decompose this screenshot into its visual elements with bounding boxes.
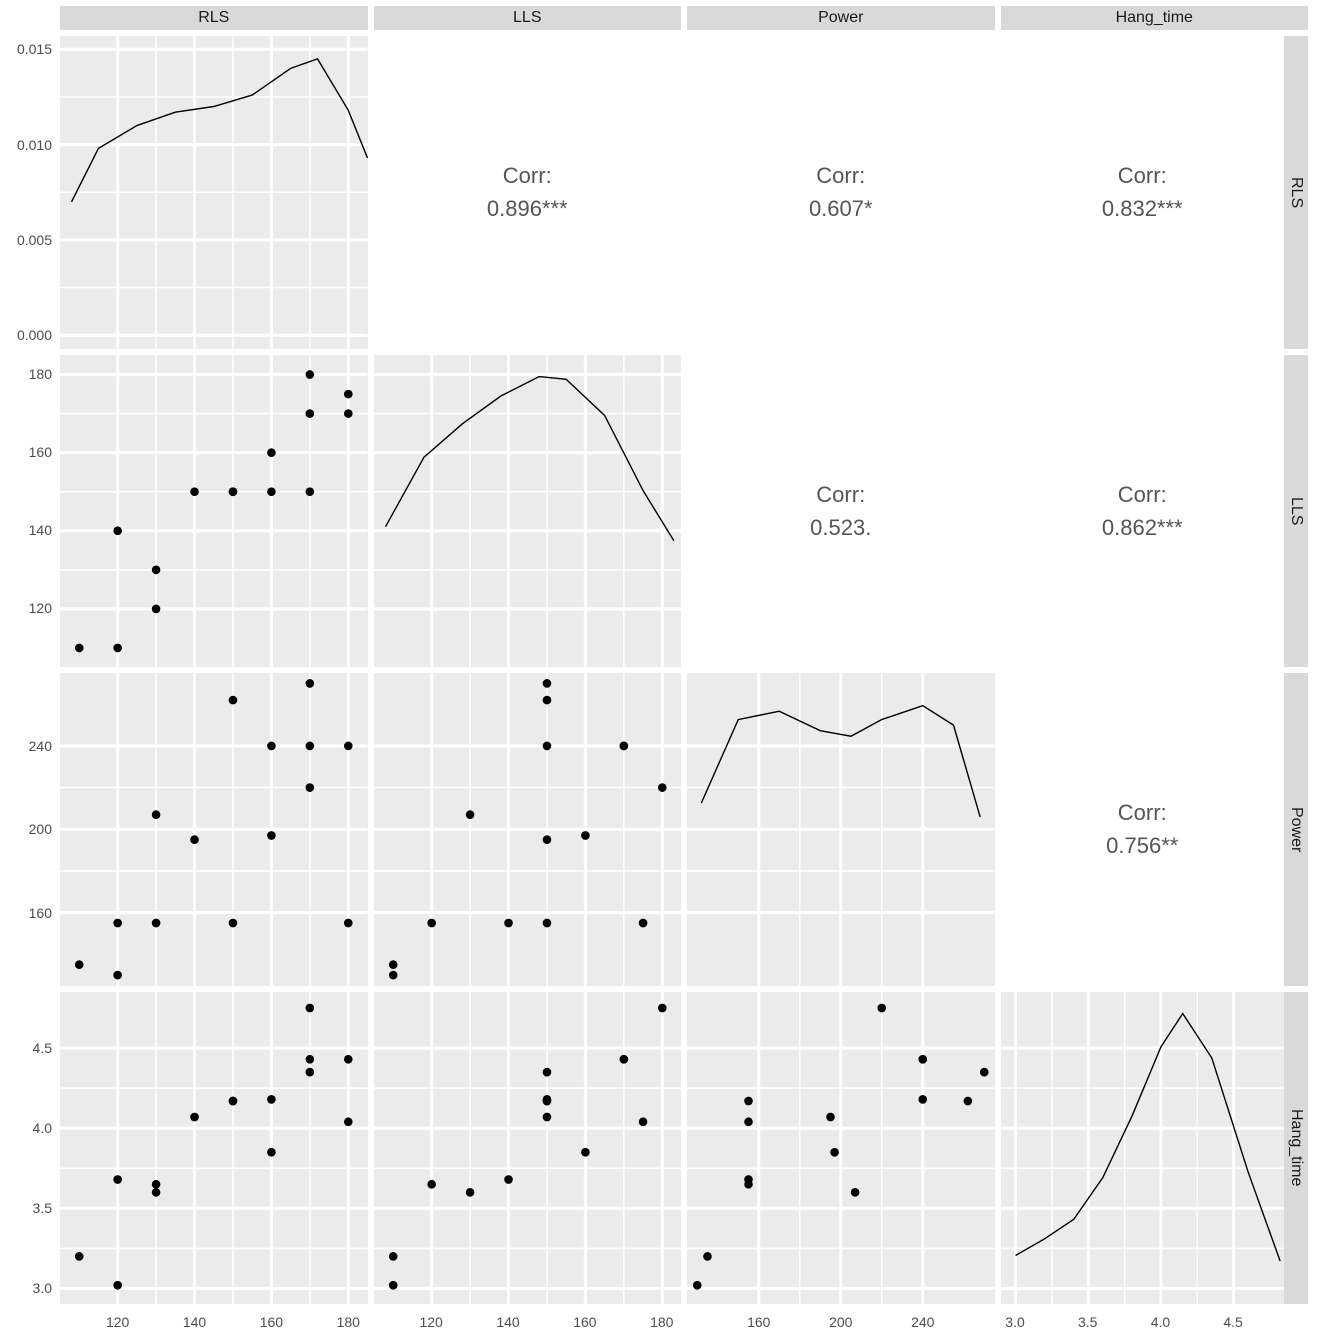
corr-LLS-Hang_time: Corr: 0.862*** bbox=[1001, 355, 1285, 668]
x-tick-label: 160 bbox=[260, 1314, 283, 1330]
x-tick-label: 180 bbox=[650, 1314, 673, 1330]
x-tick-label: 200 bbox=[829, 1314, 852, 1330]
corr-value: 0.896*** bbox=[487, 192, 568, 225]
y-tick-label: 0.010 bbox=[0, 137, 52, 153]
scatter-Power-vs-LLS bbox=[374, 673, 682, 986]
x-tick-label: 180 bbox=[337, 1314, 360, 1330]
y-tick-label: 3.5 bbox=[0, 1200, 52, 1216]
y-tick-label: 0.015 bbox=[0, 41, 52, 57]
corr-RLS-Power: Corr: 0.607* bbox=[687, 36, 995, 349]
y-tick-label: 240 bbox=[0, 738, 52, 754]
x-tick-label: 160 bbox=[747, 1314, 770, 1330]
y-tick-label: 4.0 bbox=[0, 1120, 52, 1136]
row-strip-LLS: LLS bbox=[1284, 355, 1308, 668]
col-strip-RLS: RLS bbox=[60, 6, 368, 30]
scatter-Hang_time-vs-Power bbox=[687, 992, 995, 1305]
density-Hang_time bbox=[1001, 992, 1285, 1305]
x-tick-label: 3.0 bbox=[1005, 1314, 1024, 1330]
corr-label: Corr: bbox=[1118, 796, 1167, 829]
corr-value: 0.862*** bbox=[1102, 511, 1183, 544]
y-tick-label: 3.0 bbox=[0, 1280, 52, 1296]
x-tick-label: 120 bbox=[106, 1314, 129, 1330]
y-tick-label: 160 bbox=[0, 444, 52, 460]
corr-value: 0.832*** bbox=[1102, 192, 1183, 225]
scatter-Power-vs-RLS bbox=[60, 673, 368, 986]
corr-label: Corr: bbox=[1118, 478, 1167, 511]
corr-RLS-Hang_time: Corr: 0.832*** bbox=[1001, 36, 1285, 349]
corr-value: 0.756** bbox=[1106, 829, 1178, 862]
y-tick-label: 4.5 bbox=[0, 1040, 52, 1056]
y-tick-label: 180 bbox=[0, 366, 52, 382]
x-tick-label: 120 bbox=[419, 1314, 442, 1330]
corr-value: 0.523. bbox=[810, 511, 871, 544]
col-strip-LLS: LLS bbox=[374, 6, 682, 30]
y-tick-label: 0.005 bbox=[0, 232, 52, 248]
x-tick-label: 140 bbox=[496, 1314, 519, 1330]
y-tick-label: 160 bbox=[0, 905, 52, 921]
y-tick-label: 0.000 bbox=[0, 327, 52, 343]
x-tick-label: 240 bbox=[911, 1314, 934, 1330]
density-Power bbox=[687, 673, 995, 986]
corr-RLS-LLS: Corr: 0.896*** bbox=[374, 36, 682, 349]
scatter-LLS-vs-RLS bbox=[60, 355, 368, 668]
corr-Power-Hang_time: Corr: 0.756** bbox=[1001, 673, 1285, 986]
x-tick-label: 160 bbox=[573, 1314, 596, 1330]
x-tick-label: 3.5 bbox=[1078, 1314, 1097, 1330]
row-strip-Hang_time: Hang_time bbox=[1284, 992, 1308, 1305]
corr-label: Corr: bbox=[1118, 159, 1167, 192]
y-tick-label: 140 bbox=[0, 522, 52, 538]
corr-label: Corr: bbox=[816, 478, 865, 511]
corr-label: Corr: bbox=[503, 159, 552, 192]
col-strip-Hang_time: Hang_time bbox=[1001, 6, 1309, 30]
x-tick-label: 4.5 bbox=[1223, 1314, 1242, 1330]
x-tick-label: 4.0 bbox=[1151, 1314, 1170, 1330]
row-strip-RLS: RLS bbox=[1284, 36, 1308, 349]
density-LLS bbox=[374, 355, 682, 668]
col-strip-Power: Power bbox=[687, 6, 995, 30]
scatter-Hang_time-vs-LLS bbox=[374, 992, 682, 1305]
y-tick-label: 120 bbox=[0, 600, 52, 616]
corr-label: Corr: bbox=[816, 159, 865, 192]
row-strip-Power: Power bbox=[1284, 673, 1308, 986]
y-tick-label: 200 bbox=[0, 821, 52, 837]
x-tick-label: 140 bbox=[183, 1314, 206, 1330]
density-RLS bbox=[60, 36, 368, 349]
corr-LLS-Power: Corr: 0.523. bbox=[687, 355, 995, 668]
scatter-Hang_time-vs-RLS bbox=[60, 992, 368, 1305]
corr-value: 0.607* bbox=[809, 192, 873, 225]
